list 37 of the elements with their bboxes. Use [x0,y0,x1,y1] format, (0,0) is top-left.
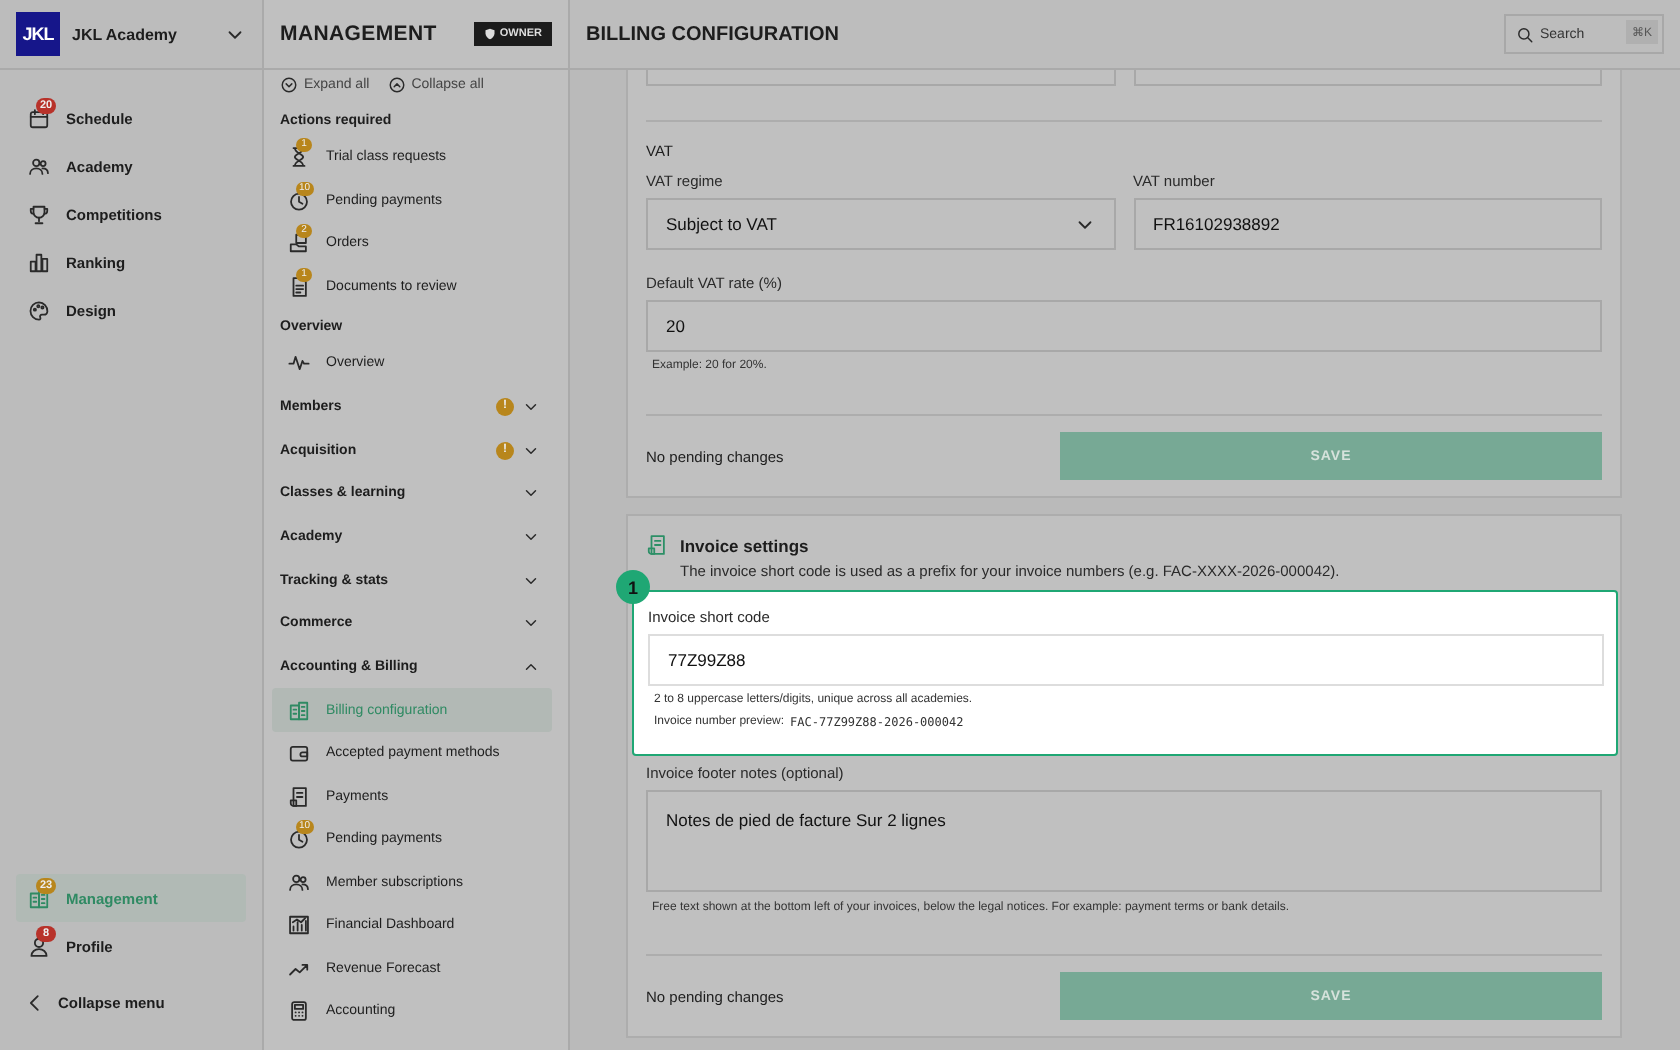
logo: JKL [16,12,60,56]
panel-title: MANAGEMENT [280,22,437,46]
input-field[interactable]: FR16102938892 [1133,198,1602,250]
search-icon [1516,25,1534,43]
people-icon [28,155,50,177]
input-field[interactable] [646,70,1115,86]
receipt-icon [646,534,668,556]
wallet-icon [288,742,310,765]
bar-chart-icon [28,251,50,273]
clock-icon [288,828,310,851]
document-icon [288,275,310,298]
receipt-icon [288,785,310,808]
chart-icon [288,914,310,937]
card-title: Invoice settings [680,535,809,555]
building-icon [28,887,50,909]
select-field[interactable]: Subject to VAT [646,198,1115,250]
input-field[interactable]: 20 [646,300,1602,352]
textarea-field[interactable]: Notes de pied de facture Sur 2 lignes [646,790,1602,892]
input-field[interactable] [1133,70,1602,86]
calculator-icon [288,1000,310,1023]
shield-icon [483,28,496,40]
person-icon [28,935,50,957]
pulse-icon [288,352,310,375]
input-field[interactable]: 77Z99Z88 [648,634,1604,686]
calendar-icon [28,107,50,129]
clock-icon [288,189,310,212]
building-icon [288,699,310,722]
step-badge: 1 [616,570,650,604]
circle-chevron-icon [387,76,406,94]
trophy-icon [28,203,50,225]
hourglass-icon [288,146,310,169]
page-title: BILLING CONFIGURATION [586,23,839,45]
org-name: JKL Academy [72,25,179,43]
people-icon [288,871,310,894]
box-icon [288,232,310,255]
circle-chevron-icon [280,76,298,94]
palette-icon [28,299,50,321]
